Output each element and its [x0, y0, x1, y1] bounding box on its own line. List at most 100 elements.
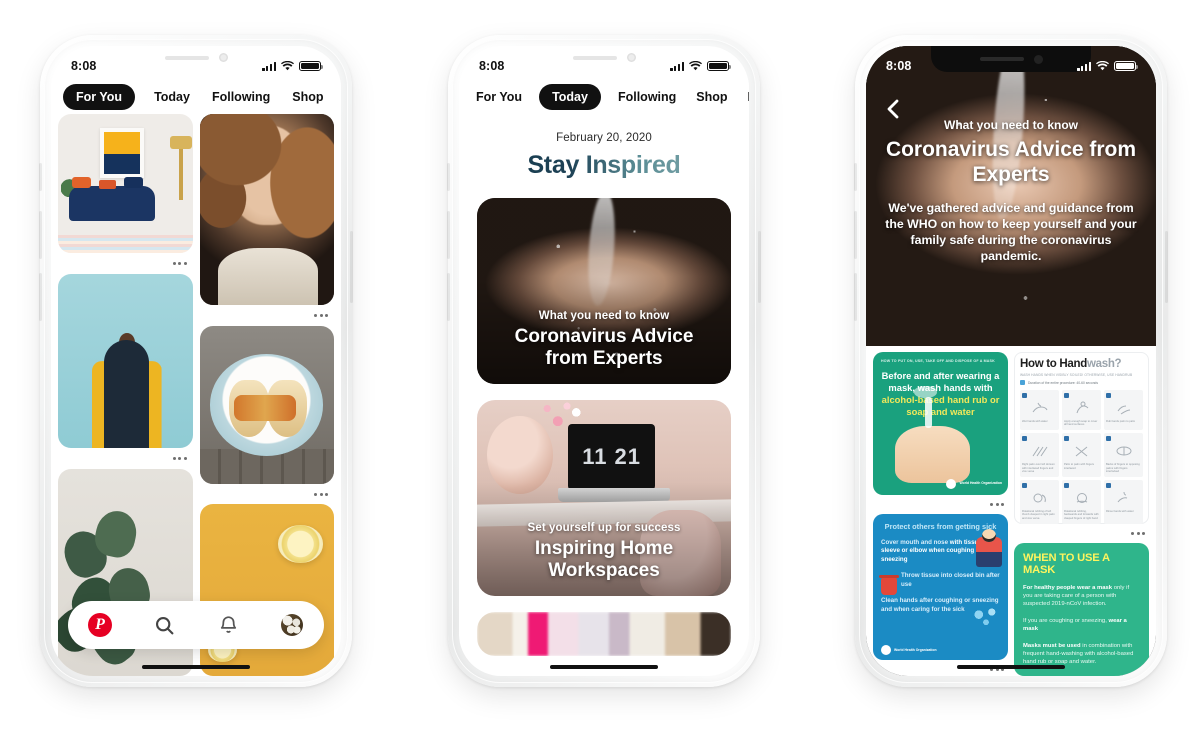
wifi-icon [689, 61, 702, 71]
who-logo-icon: World Health Organization [881, 644, 937, 655]
poster-eyebrow: HOW TO PUT ON, USE, TAKE OFF AND DISPOSE… [881, 359, 995, 363]
power-button[interactable] [1165, 231, 1168, 303]
handwash-step: Palm to palm with fingers interlaced [1062, 433, 1101, 478]
home-indicator [957, 665, 1065, 669]
home-button[interactable]: P [88, 613, 113, 638]
poster-duration: Duration of the entire procedure: 40-60 … [1020, 380, 1143, 385]
back-button[interactable] [882, 98, 904, 120]
mute-switch[interactable] [39, 163, 42, 191]
tab-bar: For You Today Following Shop Kitcl [459, 80, 749, 114]
mute-switch[interactable] [854, 163, 857, 191]
battery-icon [1114, 60, 1138, 72]
volume-up-button[interactable] [854, 211, 857, 259]
handwash-step: Rinse hands with water [1104, 480, 1143, 524]
tab-kitchen[interactable]: Kitcl [745, 85, 749, 109]
pin-more-options-icon[interactable] [1014, 527, 1149, 540]
card-image-partial [477, 612, 731, 656]
volume-up-button[interactable] [447, 211, 450, 259]
who-logo-icon: World Health Organization [946, 478, 1002, 489]
volume-down-button[interactable] [854, 273, 857, 321]
poster-when-to-use-mask[interactable]: WHEN TO USE A MASK For healthy people we… [1014, 542, 1149, 676]
tab-for-you[interactable]: For You [473, 85, 525, 109]
phone2-screen: 8:08 For You Today Following Shop Kitcl … [459, 46, 749, 676]
article-kicker: What you need to know [944, 118, 1078, 132]
handwash-step: Apply enough soap to cover all hand surf… [1062, 390, 1101, 431]
today-card-coronavirus[interactable]: What you need to know Coronavirus Advice… [477, 198, 731, 384]
poster-subtitle: WASH HANDS WHEN VISIBLY SOILED! OTHERWIS… [1020, 373, 1133, 377]
poster-protect-others[interactable]: Protect others from getting sick Cover m… [873, 513, 1008, 660]
handwash-step: Rub hands palm to palm [1104, 390, 1143, 431]
home-indicator [550, 665, 658, 669]
volume-up-button[interactable] [39, 211, 42, 259]
mute-switch[interactable] [447, 163, 450, 191]
power-button[interactable] [350, 231, 353, 303]
handwash-steps-grid: Wet hands with water Apply enough soap t… [1020, 390, 1143, 524]
tab-today[interactable]: Today [151, 85, 193, 109]
person-sneezing-illustration [976, 529, 1002, 567]
volume-down-button[interactable] [447, 273, 450, 321]
wifi-icon [1096, 61, 1109, 71]
article-body: We've gathered advice and guidance from … [885, 200, 1137, 264]
today-feed[interactable]: February 20, 2020 Stay Inspired What you… [459, 114, 749, 676]
signal-bars-icon [670, 61, 684, 71]
poster-paragraph-2: If you are coughing or sneezing, wear a … [1023, 617, 1127, 633]
poster-mask-hygiene[interactable]: HOW TO PUT ON, USE, TAKE OFF AND DISPOSE… [873, 352, 1008, 495]
pin-tacos[interactable] [199, 325, 334, 484]
tab-shop[interactable]: Shop [289, 85, 326, 109]
pin-more-options-icon[interactable] [58, 256, 193, 271]
poster-line-2: Throw tissue into closed bin after use [901, 572, 1000, 588]
article-column-left: HOW TO PUT ON, USE, TAKE OFF AND DISPOSE… [873, 352, 1008, 676]
pin-image-portrait [199, 114, 334, 306]
poster-title: How to Handwash? [1020, 358, 1122, 370]
tab-shop[interactable]: Shop [693, 85, 730, 109]
card-headline: Inspiring Home Workspaces [534, 537, 674, 581]
today-card-workspaces[interactable]: 11 21 Set yourself up for success Inspir… [477, 400, 731, 596]
pin-more-options-icon[interactable] [200, 308, 335, 322]
battery-icon [707, 60, 731, 72]
tab-following[interactable]: Following [615, 85, 679, 109]
pin-more-options-icon[interactable] [58, 451, 193, 466]
today-card-next-partial[interactable] [477, 612, 731, 656]
tab-today[interactable]: Today [539, 84, 601, 110]
card-headline: Coronavirus Advice from Experts [514, 325, 694, 369]
handwash-step: Rotational rubbing of left thumb clasped… [1020, 480, 1059, 524]
pin-lemon[interactable] [199, 504, 334, 676]
pin-fashion[interactable] [58, 274, 193, 449]
pin-portrait[interactable] [199, 114, 334, 306]
pin-column-left [58, 114, 193, 676]
tab-following[interactable]: Following [209, 85, 273, 109]
poster-how-to-handwash[interactable]: How to Handwash? WASH HANDS WHEN VISIBLY… [1014, 352, 1149, 524]
status-time: 8:08 [479, 59, 505, 73]
wifi-icon [281, 61, 294, 71]
screenshot-stage: 8:08 For You Today Following Shop Kitcl [0, 0, 1200, 733]
power-button[interactable] [758, 231, 761, 303]
pin-feed[interactable] [51, 114, 341, 676]
pin-more-options-icon[interactable] [873, 498, 1008, 511]
soap-bubbles-illustration [968, 604, 1004, 637]
signal-bars-icon [1077, 61, 1091, 71]
handwash-step: Right palm over left dorsum with interla… [1020, 433, 1059, 478]
today-title: Stay Inspired [459, 151, 749, 180]
volume-down-button[interactable] [39, 273, 42, 321]
article-pin-grid[interactable]: HOW TO PUT ON, USE, TAKE OFF AND DISPOSE… [866, 346, 1156, 676]
poster-paragraph-3: Masks must be used in combination with f… [1023, 642, 1134, 666]
signal-bars-icon [262, 61, 276, 71]
handwash-step: Rotational rubbing, backwards and forwar… [1062, 480, 1101, 524]
search-icon[interactable] [152, 613, 177, 638]
pin-column-right [199, 114, 335, 676]
article-column-right: How to Handwash? WASH HANDS WHEN VISIBLY… [1014, 352, 1149, 676]
pin-more-options-icon[interactable] [200, 487, 335, 501]
status-time: 8:08 [886, 59, 912, 73]
bell-icon[interactable] [216, 613, 241, 638]
phone3-screen: 8:08 What you need to know Coronavirus A… [866, 46, 1156, 676]
tab-for-you[interactable]: For You [63, 84, 136, 110]
trash-bin-icon [879, 574, 899, 595]
article-headline: Coronavirus Advice from Experts [885, 138, 1137, 186]
tab-bar: For You Today Following Shop Kitcl [51, 80, 341, 114]
bottom-navigation-bar[interactable]: P [68, 601, 324, 649]
avatar[interactable] [280, 613, 305, 638]
pin-living-room[interactable] [58, 114, 193, 254]
battery-icon [299, 60, 323, 72]
handwash-step: Wet hands with water [1020, 390, 1059, 431]
pin-image-tacos [199, 325, 334, 484]
